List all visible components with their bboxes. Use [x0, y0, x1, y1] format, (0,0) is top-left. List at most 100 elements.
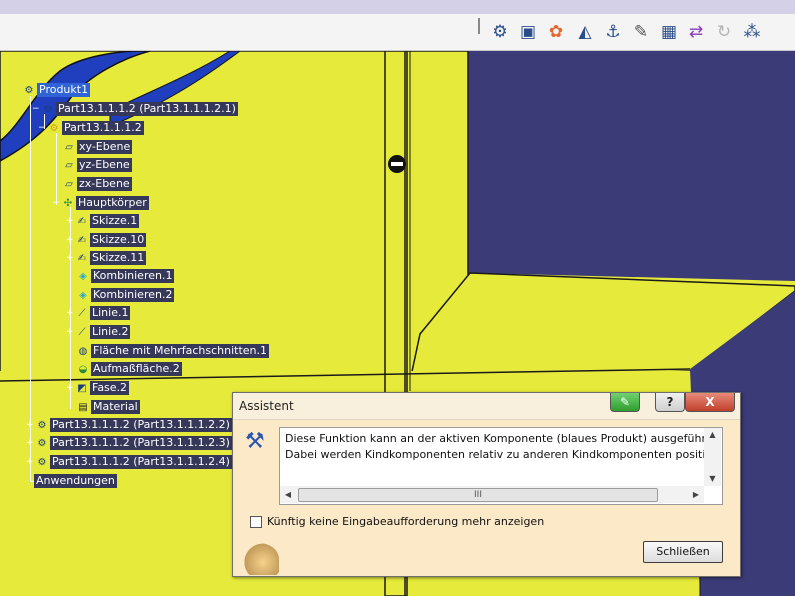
tree-item-label: xy-Ebene: [77, 140, 133, 154]
message-line-2: Dabei werden Kindkomponenten relativ zu …: [285, 448, 705, 461]
tree-item-kombinieren-2[interactable]: ◈ Kombinieren.2: [76, 288, 175, 302]
tree-item-label: Linie.1: [90, 306, 131, 320]
product-icon: ⚙: [24, 84, 34, 96]
tree-item-label: Kombinieren.1: [91, 269, 175, 283]
tree-item-aufmassflaeche[interactable]: ◒ Aufmaßfläche.2: [76, 362, 182, 376]
tree-item-xy-plane[interactable]: ▱ xy-Ebene: [62, 140, 133, 154]
tree-item-skizze-11[interactable]: + ✍ Skizze.11: [66, 251, 147, 265]
assistant-tools-icon: ⚒: [245, 429, 265, 454]
sketch-icon: ✍: [77, 234, 87, 246]
plane-icon: ▱: [65, 141, 73, 153]
tree-item-label: Part13.1.1.1.2 (Part13.1.1.1.2.2): [50, 418, 232, 432]
scroll-right-icon[interactable]: ▶: [688, 486, 704, 503]
tree-connector: [56, 133, 57, 205]
tree-item-label: Material: [91, 400, 140, 414]
scroll-thumb[interactable]: III: [298, 488, 658, 502]
tree-item-label: yz-Ebene: [77, 158, 132, 172]
tree-item-kombinieren-1[interactable]: ◈ Kombinieren.1: [76, 269, 175, 283]
line-icon: ⟋: [78, 326, 86, 338]
schliessen-button[interactable]: Schließen: [643, 541, 723, 563]
expand-icon[interactable]: +: [26, 439, 34, 448]
tree-item-label: Anwendungen: [34, 474, 117, 488]
plane-icon: ▱: [65, 159, 73, 171]
combine-icon: ◈: [79, 289, 87, 301]
part-icon: ⚙: [49, 122, 59, 134]
horizontal-scrollbar[interactable]: ◀ III ▶: [280, 486, 704, 503]
sketch-icon: ✍: [77, 215, 87, 227]
vertical-scrollbar[interactable]: ▲ ▼: [704, 428, 721, 486]
tree-item-produkt1[interactable]: ⚙ Produkt1: [22, 83, 91, 97]
expand-icon[interactable]: +: [66, 217, 74, 226]
tree-item-label: Skizze.1: [90, 214, 140, 228]
collapse-icon[interactable]: −: [38, 124, 46, 133]
tree-item-yz-plane[interactable]: ▱ yz-Ebene: [62, 158, 132, 172]
tree-item-label: Part13.1.1.1.2 (Part13.1.1.1.2.4): [50, 455, 232, 469]
combine-icon: ◈: [79, 270, 87, 282]
tree-item-skizze-1[interactable]: + ✍ Skizze.1: [66, 214, 140, 228]
tree-item-part-instance-2[interactable]: + ⚙ Part13.1.1.1.2 (Part13.1.1.1.2.2): [26, 418, 232, 432]
sketch-icon: ✍: [77, 252, 87, 264]
tree-item-part[interactable]: − ⚙ Part13.1.1.1.2: [38, 121, 144, 135]
globe-decoration-icon: [239, 543, 279, 575]
tree-item-label: Fase.2: [90, 381, 130, 395]
tree-item-zx-plane[interactable]: ▱ zx-Ebene: [62, 177, 132, 191]
tree-item-label: Linie.2: [90, 325, 131, 339]
collapse-icon[interactable]: −: [32, 105, 40, 114]
tree-item-part-instance-4[interactable]: + ⚙ Part13.1.1.1.2 (Part13.1.1.1.2.4): [26, 455, 232, 469]
product-icon: ⚙: [43, 103, 53, 115]
tree-item-label: Produkt1: [37, 83, 91, 97]
message-line-1: Diese Funktion kann an der aktiven Kompo…: [285, 432, 705, 445]
product-icon: ⚙: [37, 456, 47, 468]
tree-item-hauptkoerper[interactable]: − ✣ Hauptkörper: [52, 196, 149, 210]
scroll-left-icon[interactable]: ◀: [280, 486, 296, 503]
tree-item-material[interactable]: ▤ Material: [76, 400, 140, 414]
expand-icon[interactable]: +: [66, 254, 74, 263]
expand-icon[interactable]: +: [66, 236, 74, 245]
tree-item-linie-1[interactable]: + ⟋ Linie.1: [66, 306, 131, 320]
tree-item-label: Part13.1.1.1.2 (Part13.1.1.1.2.1): [56, 102, 238, 116]
scroll-down-icon[interactable]: ▼: [704, 472, 721, 486]
offset-surface-icon: ◒: [78, 363, 88, 375]
tree-item-fase-2[interactable]: + ◩ Fase.2: [66, 381, 130, 395]
tree-item-label: Skizze.10: [90, 233, 147, 247]
expand-icon[interactable]: +: [26, 458, 34, 467]
tree-item-label: Aufmaßfläche.2: [91, 362, 182, 376]
expand-icon[interactable]: +: [26, 421, 34, 430]
tree-item-linie-2[interactable]: + ⟋ Linie.2: [66, 325, 131, 339]
minimize-button[interactable]: ✎: [610, 393, 640, 412]
no-prompt-checkbox[interactable]: Künftig keine Eingabeaufforderung mehr a…: [250, 515, 544, 528]
plane-icon: ▱: [65, 178, 73, 190]
checkbox-label: Künftig keine Eingabeaufforderung mehr a…: [267, 515, 545, 528]
expand-icon[interactable]: +: [66, 309, 74, 318]
tree-item-label: Fläche mit Mehrfachschnitten.1: [91, 344, 270, 358]
tree-item-label: Part13.1.1.1.2: [62, 121, 144, 135]
product-icon: ⚙: [37, 419, 47, 431]
help-button[interactable]: ?: [655, 393, 685, 412]
multi-section-icon: ◍: [78, 345, 88, 357]
assistent-dialog: Assistent ✎ ? X ⚒ Diese Funktion kann an…: [232, 392, 741, 577]
line-icon: ⟋: [78, 307, 86, 319]
tree-item-skizze-10[interactable]: + ✍ Skizze.10: [66, 233, 147, 247]
expand-icon[interactable]: +: [66, 328, 74, 337]
tree-item-flaeche-mehrfachschnitte[interactable]: ◍ Fläche mit Mehrfachschnitten.1: [76, 344, 270, 358]
product-icon: ⚙: [37, 437, 47, 449]
chamfer-icon: ◩: [77, 382, 87, 394]
message-textarea[interactable]: Diese Funktion kann an der aktiven Kompo…: [279, 427, 723, 505]
tree-item-label: Skizze.11: [90, 251, 147, 265]
body-icon: ✣: [63, 197, 73, 209]
tree-item-label: Hauptkörper: [76, 196, 149, 210]
material-icon: ▤: [78, 401, 88, 413]
close-window-button[interactable]: X: [685, 393, 735, 412]
scroll-up-icon[interactable]: ▲: [704, 428, 721, 442]
collapse-icon[interactable]: −: [52, 199, 60, 208]
tree-item-label: Part13.1.1.1.2 (Part13.1.1.1.2.3): [50, 436, 232, 450]
tree-item-part-instance-3[interactable]: + ⚙ Part13.1.1.1.2 (Part13.1.1.1.2.3): [26, 436, 232, 450]
tree-item-part-instance-1[interactable]: − ⚙ Part13.1.1.1.2 (Part13.1.1.1.2.1): [32, 102, 238, 116]
dialog-title: Assistent: [239, 399, 294, 413]
tree-item-anwendungen[interactable]: Anwendungen: [34, 474, 117, 488]
expand-icon[interactable]: +: [66, 384, 74, 393]
dialog-titlebar[interactable]: Assistent ✎ ? X: [233, 393, 740, 420]
checkbox-box[interactable]: [250, 515, 262, 528]
tree-item-label: Kombinieren.2: [91, 288, 175, 302]
tree-item-label: zx-Ebene: [77, 177, 132, 191]
